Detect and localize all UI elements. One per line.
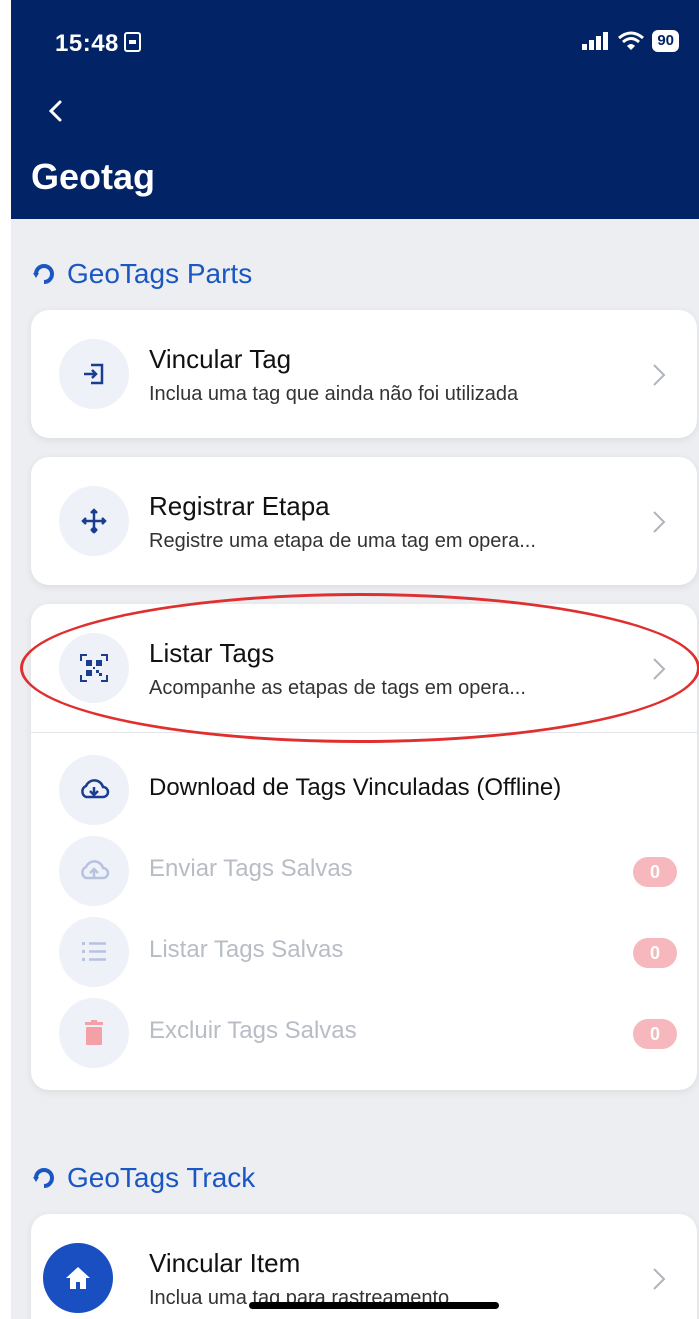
- excluir-tags-row[interactable]: Excluir Tags Salvas 0: [31, 993, 697, 1074]
- listar-tags-card: Listar Tags Acompanhe as etapas de tags …: [31, 604, 697, 1090]
- listar-tags-row[interactable]: Listar Tags Acompanhe as etapas de tags …: [31, 604, 697, 732]
- signal-icon: [582, 32, 609, 50]
- registrar-etapa-icon-wrap: [59, 486, 129, 556]
- home-icon: [66, 1267, 90, 1289]
- listar-salvas-row[interactable]: Listar Tags Salvas 0: [31, 912, 697, 993]
- chevron-right-icon: [653, 1268, 666, 1290]
- vincular-item-title: Vincular Item: [149, 1248, 301, 1278]
- vincular-tag-subtitle: Inclua uma tag que ainda não foi utiliza…: [149, 383, 519, 405]
- download-tags-label: Download de Tags Vinculadas (Offline): [149, 774, 562, 801]
- download-tags-row[interactable]: Download de Tags Vinculadas (Offline): [31, 750, 697, 831]
- cloud-upload-icon: [81, 860, 110, 880]
- login-icon: [84, 363, 104, 385]
- wifi-icon: [618, 31, 645, 50]
- qr-code-icon: [80, 654, 108, 682]
- listar-salvas-label: Listar Tags Salvas: [149, 936, 344, 963]
- vincular-tag-icon-wrap: [59, 339, 129, 409]
- listar-salvas-icon-wrap: [59, 917, 129, 987]
- sync-icon: [33, 264, 54, 284]
- sync-icon: [33, 1168, 54, 1188]
- section-title-label: GeoTags Parts: [67, 258, 253, 289]
- excluir-icon-wrap: [59, 998, 129, 1068]
- vincular-tag-card[interactable]: Vincular Tag Inclua uma tag que ainda nã…: [31, 310, 697, 438]
- listar-salvas-count-badge: 0: [633, 938, 677, 968]
- chevron-right-icon: [653, 511, 666, 533]
- registrar-etapa-card[interactable]: Registrar Etapa Registre uma etapa de um…: [31, 457, 697, 585]
- vincular-tag-title: Vincular Tag: [149, 344, 292, 374]
- cloud-download-icon: [81, 779, 110, 799]
- enviar-tags-row[interactable]: Enviar Tags Salvas 0: [31, 831, 697, 912]
- registrar-etapa-title: Registrar Etapa: [149, 491, 330, 521]
- section-geotags-track: GeoTags Track: [31, 1162, 255, 1194]
- list-icon: [82, 942, 106, 961]
- registrar-etapa-row[interactable]: Registrar Etapa Registre uma etapa de um…: [31, 457, 697, 585]
- registrar-etapa-subtitle: Registre uma etapa de uma tag em opera..…: [149, 530, 536, 552]
- enviar-icon-wrap: [59, 836, 129, 906]
- move-icon: [81, 508, 107, 534]
- chevron-right-icon: [653, 658, 666, 680]
- app-header: 15:48 90 Geotag: [11, 0, 699, 219]
- section-title-label: GeoTags Track: [67, 1162, 256, 1193]
- excluir-tags-label: Excluir Tags Salvas: [149, 1017, 357, 1044]
- vincular-item-icon-wrap: [43, 1243, 113, 1313]
- download-icon-wrap: [59, 755, 129, 825]
- status-time: 15:48: [55, 30, 119, 57]
- listar-tags-title: Listar Tags: [149, 638, 275, 668]
- trash-icon: [85, 1020, 103, 1045]
- divider: [31, 732, 697, 733]
- id-card-icon: [124, 32, 141, 52]
- listar-tags-icon-wrap: [59, 633, 129, 703]
- enviar-tags-label: Enviar Tags Salvas: [149, 855, 353, 882]
- battery-indicator: 90: [652, 30, 679, 52]
- enviar-count-badge: 0: [633, 857, 677, 887]
- excluir-count-badge: 0: [633, 1019, 677, 1049]
- status-indicators: 90: [582, 30, 679, 52]
- page-title: Geotag: [31, 156, 156, 197]
- listar-tags-subtitle: Acompanhe as etapas de tags em opera...: [149, 677, 526, 699]
- vincular-tag-row[interactable]: Vincular Tag Inclua uma tag que ainda nã…: [31, 310, 697, 438]
- back-chevron-icon[interactable]: [41, 96, 71, 126]
- home-indicator[interactable]: [249, 1302, 499, 1309]
- chevron-right-icon: [653, 364, 666, 386]
- section-geotags-parts: GeoTags Parts: [31, 258, 252, 290]
- app-screen: 15:48 90 Geotag GeoTags Parts Vincular T…: [11, 0, 699, 1319]
